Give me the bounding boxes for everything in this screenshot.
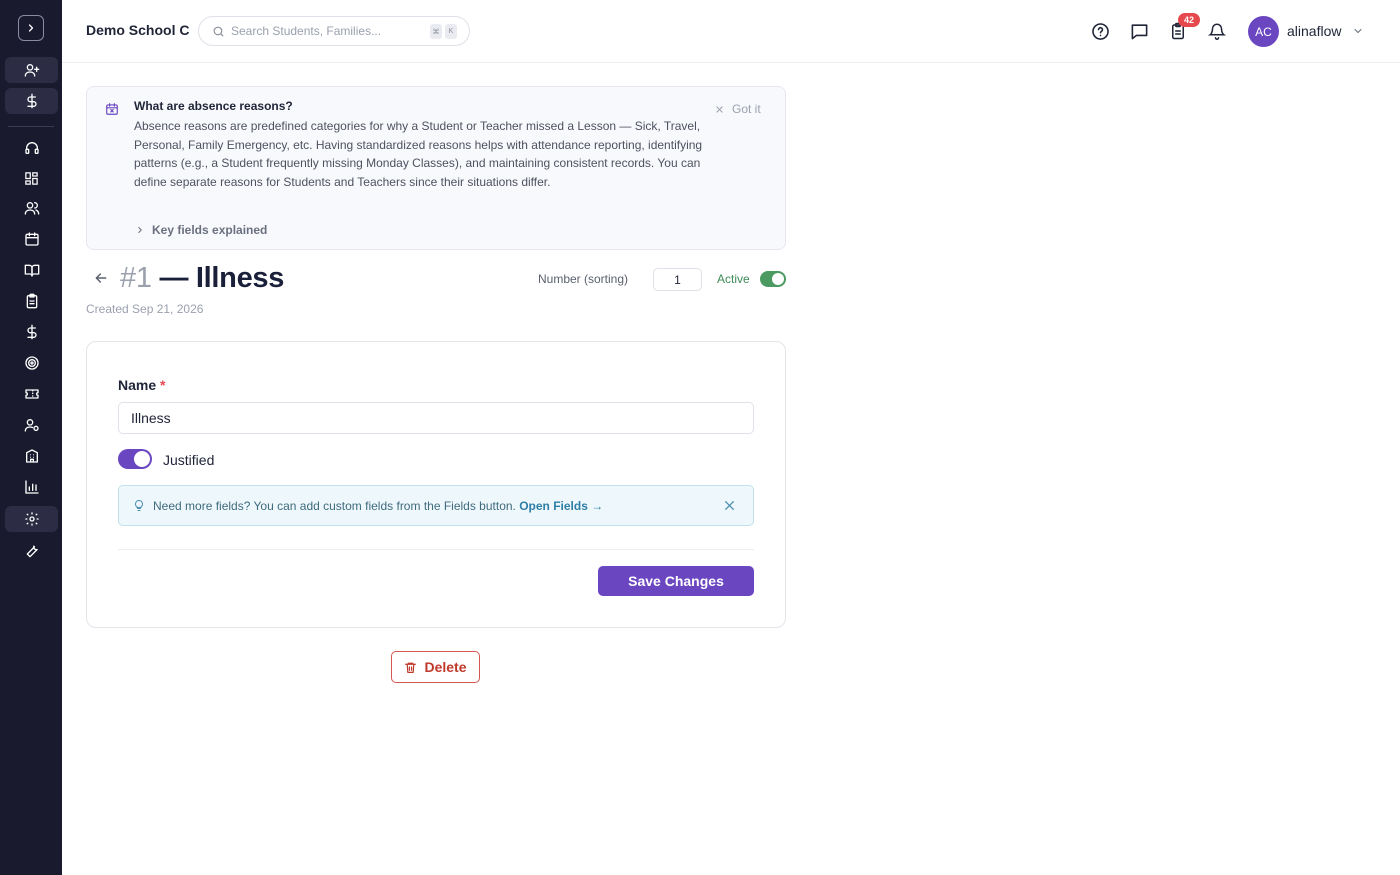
chevron-right-icon [28,24,34,32]
global-search[interactable]: ⌘ K [198,16,470,46]
record-title: — Illness [159,262,285,294]
clipboard-icon [26,293,37,309]
user-cog-icon [24,419,39,432]
building-icon [25,449,38,463]
shortcut-key: ⌘ [430,24,442,39]
close-icon [716,105,723,113]
required-mark: * [160,377,166,393]
sort-number-label: Number (sorting) [538,272,629,286]
headset-icon [24,142,39,154]
sidebar-item-settings[interactable] [5,506,58,532]
save-changes-button[interactable]: Save Changes [598,566,754,596]
trash-icon [405,662,417,673]
calendar-x-icon [106,103,118,115]
chevron-down-icon[interactable] [1352,25,1364,37]
target-icon [24,356,39,370]
active-toggle[interactable] [760,271,786,287]
justified-label: Justified [163,452,215,468]
sidebar-item-billing[interactable] [5,319,58,345]
open-fields-link[interactable]: Open Fields → [519,499,603,513]
username[interactable]: alinaflow [1287,23,1341,39]
sidebar-item-calendar[interactable] [5,226,58,252]
page-title: #1 — Illness [120,262,284,295]
info-body: Absence reasons are predefined categorie… [134,119,703,190]
sidebar-expand-button[interactable] [18,15,44,41]
user-plus-icon [24,63,39,77]
sort-number-input[interactable] [653,268,702,291]
messages-button[interactable] [1127,19,1151,43]
name-label-text: Name [118,377,157,393]
justified-toggle[interactable] [118,449,152,469]
absence-reasons-info-panel: What are absence reasons? Absence reason… [86,86,786,250]
sidebar-item-tools[interactable] [5,537,58,563]
help-button[interactable] [1088,19,1112,43]
toggle-knob [772,273,784,285]
bar-chart-icon [24,480,39,494]
tasks-count-badge: 42 [1178,13,1200,27]
sidebar-item-support[interactable] [5,135,58,161]
sidebar-item-payments[interactable] [5,88,58,114]
chevron-right-icon [138,226,142,234]
sidebar-item-tasks[interactable] [5,288,58,314]
created-date: Created Sep 21, 2026 [86,302,204,316]
sidebar-item-reports[interactable] [5,474,58,500]
help-circle-icon [1091,22,1109,40]
key-fields-label: Key fields explained [152,223,268,237]
custom-fields-tip: Need more fields? You can add custom fie… [118,485,754,526]
sidebar-item-buildings[interactable] [5,443,58,469]
name-input[interactable] [118,402,754,434]
key-fields-toggle[interactable]: Key fields explained [135,223,267,237]
sidebar [0,0,62,875]
tip-text: Need more fields? You can add custom fie… [153,499,603,513]
shortcut-key: K [445,24,457,39]
sidebar-item-user-settings[interactable] [5,412,58,438]
got-it-label: Got it [732,102,761,116]
top-header: Demo School C ⌘ K 42 AC alinaflow [62,0,1400,63]
calendar-icon [24,232,39,246]
card-divider [118,549,754,550]
school-name[interactable]: Demo School C [86,22,189,38]
sidebar-item-users[interactable] [5,195,58,221]
sidebar-item-dashboard[interactable] [5,165,58,191]
dashboard-icon [25,171,38,185]
tip-message: Need more fields? You can add custom fie… [153,499,516,513]
dollar-icon [26,93,37,109]
search-icon [213,26,224,36]
edit-form-card: Name * Justified Need more fields? You c… [86,341,786,628]
user-avatar[interactable]: AC [1248,16,1279,47]
bell-icon [1208,23,1226,40]
info-title: What are absence reasons? [134,99,293,113]
sidebar-divider [8,126,54,127]
sidebar-item-goals[interactable] [5,350,58,376]
delete-label: Delete [424,659,467,675]
search-input[interactable] [231,24,421,38]
name-field-label: Name * [118,377,165,393]
users-icon [24,202,39,215]
record-number: #1 [120,262,152,294]
notifications-button[interactable] [1205,19,1229,43]
delete-button[interactable]: Delete [391,651,480,683]
toggle-knob [134,451,150,467]
back-arrow-icon[interactable] [93,270,109,286]
tasks-button[interactable]: 42 [1166,13,1200,43]
sidebar-item-add-user[interactable] [5,57,58,83]
dollar-icon [26,324,37,340]
book-open-icon [24,264,39,277]
got-it-button[interactable]: Got it [715,102,761,116]
message-square-icon [1131,23,1147,39]
sidebar-item-tickets[interactable] [5,381,58,407]
active-label: Active [717,272,750,286]
gear-icon [24,512,39,526]
lightbulb-icon [135,499,143,511]
wrench-icon [26,545,38,558]
close-icon[interactable] [723,499,736,512]
ticket-icon [24,389,39,399]
sidebar-item-lessons[interactable] [5,257,58,283]
